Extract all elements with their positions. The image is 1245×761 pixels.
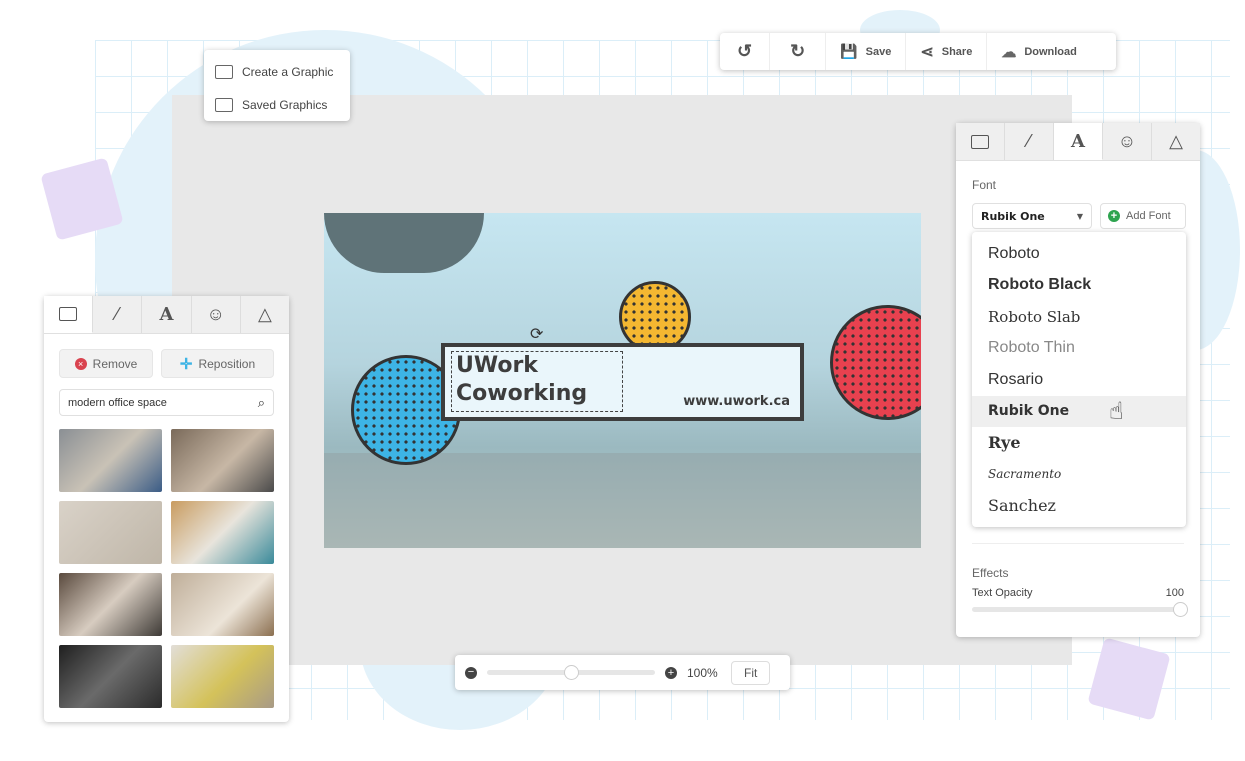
undo-button[interactable]: ↺ xyxy=(720,33,771,70)
zoom-value: 100% xyxy=(687,665,718,680)
zoom-bar: − + 100% Fit xyxy=(455,655,790,690)
save-icon: 💾 xyxy=(840,43,858,59)
tab-shapes[interactable]: △ xyxy=(1152,123,1200,160)
smiley-icon: ☺ xyxy=(206,304,225,324)
font-option-roboto-thin[interactable]: Roboto Thin xyxy=(972,333,1186,365)
image-thumbnail[interactable] xyxy=(59,429,162,492)
remove-button[interactable]: × Remove xyxy=(59,349,153,378)
smiley-icon: ☺ xyxy=(1117,131,1137,151)
opacity-slider[interactable] xyxy=(972,602,1188,617)
create-menu: Create a Graphic Saved Graphics xyxy=(204,50,350,121)
undo-icon: ↺ xyxy=(737,41,753,61)
reposition-button[interactable]: ✛ Reposition xyxy=(161,349,274,378)
menu-item-saved-graphics[interactable]: Saved Graphics xyxy=(204,91,350,118)
image-results xyxy=(59,429,274,708)
hand-pointer-icon: ☝ xyxy=(1109,397,1124,426)
zoom-out-icon[interactable]: − xyxy=(465,666,477,679)
desks-shape xyxy=(324,453,921,548)
font-label: Font xyxy=(972,178,997,192)
share-button[interactable]: ⋖ Share xyxy=(906,33,988,70)
save-button[interactable]: 💾 Save xyxy=(826,33,907,70)
magic-wand-icon: ⁄ xyxy=(1027,131,1031,151)
image-thumbnail[interactable] xyxy=(59,573,162,636)
folder-icon xyxy=(215,97,233,112)
text-selection-box[interactable]: UWork Coworking xyxy=(451,351,623,412)
download-button[interactable]: ☁ Download xyxy=(987,33,1091,70)
tab-effects[interactable]: ⁄ xyxy=(1005,123,1054,160)
image-icon xyxy=(971,134,989,149)
zoom-slider[interactable] xyxy=(487,665,655,680)
image-search-input[interactable]: modern office space ⌕ xyxy=(59,389,274,416)
font-select[interactable]: Rubik One ▼ xyxy=(972,203,1092,229)
tab-text[interactable]: A xyxy=(1054,123,1103,160)
image-thumbnail[interactable] xyxy=(59,501,162,564)
image-thumbnail[interactable] xyxy=(171,645,274,708)
font-option-sanchez[interactable]: Sanchez xyxy=(972,490,1186,522)
tab-stickers[interactable]: ☺ xyxy=(1103,123,1152,160)
zoom-slider-handle[interactable] xyxy=(564,665,579,680)
font-option-rye[interactable]: Rye xyxy=(972,427,1186,459)
plus-circle-icon: + xyxy=(1108,210,1120,222)
tab-text[interactable]: A xyxy=(142,296,192,333)
remove-icon: × xyxy=(74,357,87,370)
move-icon: ✛ xyxy=(179,355,193,373)
zoom-in-icon[interactable]: + xyxy=(665,666,677,679)
font-option-sacramento[interactable]: Sacramento xyxy=(972,459,1186,491)
rotate-handle-icon[interactable]: ⟳ xyxy=(530,324,543,344)
opacity-value: 100 xyxy=(1165,587,1184,599)
text-banner[interactable]: UWork Coworking www.uwork.ca xyxy=(441,343,804,421)
font-dropdown-list: Roboto Roboto Black Roboto Slab Roboto T… xyxy=(972,232,1186,527)
image-panel: ⁄ A ☺ △ × Remove ✛ Reposition modern offic… xyxy=(44,296,289,722)
red-circle[interactable] xyxy=(830,305,921,420)
design-canvas[interactable]: UWork Coworking www.uwork.ca ⟳ xyxy=(324,213,921,548)
image-icon xyxy=(59,307,78,321)
effects-label: Effects xyxy=(972,566,1009,580)
redo-icon: ↻ xyxy=(790,41,806,61)
triangle-icon: △ xyxy=(257,304,272,324)
cloud-download-icon: ☁ xyxy=(1001,43,1017,61)
image-thumbnail[interactable] xyxy=(171,429,274,492)
search-icon[interactable]: ⌕ xyxy=(258,395,265,411)
tab-effects[interactable]: ⁄ xyxy=(93,296,143,333)
image-thumbnail[interactable] xyxy=(59,645,162,708)
tab-stickers[interactable]: ☺ xyxy=(192,296,241,333)
font-option-roboto-black[interactable]: Roboto Black xyxy=(972,270,1186,302)
lamp-shape xyxy=(324,213,484,273)
triangle-icon: △ xyxy=(1169,131,1183,151)
tab-shapes[interactable]: △ xyxy=(241,296,289,333)
menu-item-create-graphic[interactable]: Create a Graphic xyxy=(204,58,350,85)
image-icon xyxy=(215,64,233,79)
fit-button[interactable]: Fit xyxy=(731,660,771,685)
share-icon: ⋖ xyxy=(920,43,934,61)
tab-image[interactable] xyxy=(956,123,1005,160)
opacity-label: Text Opacity xyxy=(972,587,1033,599)
title-line1: UWork xyxy=(456,353,538,378)
title-line2: Coworking xyxy=(456,381,588,406)
add-font-button[interactable]: + Add Font xyxy=(1100,203,1186,229)
image-thumbnail[interactable] xyxy=(171,573,274,636)
font-option-rubik-one[interactable]: Rubik One ☝ xyxy=(972,395,1186,427)
font-option-rosario[interactable]: Rosario xyxy=(972,364,1186,396)
magic-wand-icon: ⁄ xyxy=(115,304,119,324)
url-text: www.uwork.ca xyxy=(683,394,790,409)
opacity-slider-handle[interactable] xyxy=(1173,602,1188,617)
divider xyxy=(972,543,1184,544)
font-option-roboto-slab[interactable]: Roboto Slab xyxy=(972,301,1186,333)
top-toolbar: ↺ ↻ 💾 Save ⋖ Share ☁ Download xyxy=(720,33,1116,70)
font-option-roboto[interactable]: Roboto xyxy=(972,238,1186,270)
chevron-down-icon: ▼ xyxy=(1076,211,1083,221)
tab-image[interactable] xyxy=(44,296,94,333)
redo-button[interactable]: ↻ xyxy=(770,33,827,70)
image-thumbnail[interactable] xyxy=(171,501,274,564)
